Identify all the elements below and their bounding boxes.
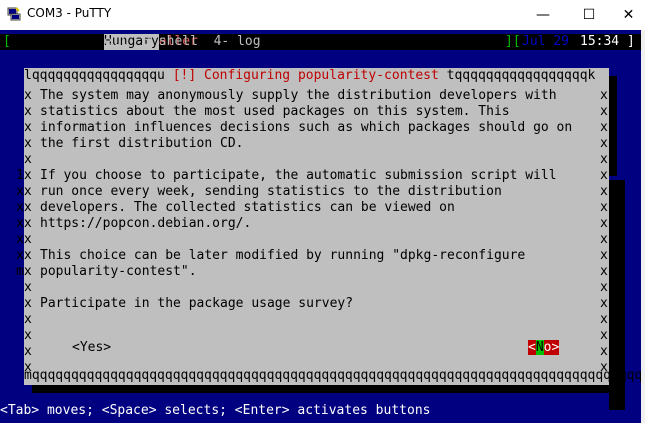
dialog-left-border-char: x: [24, 280, 32, 295]
dialog-title: [!] Configuring popularity-contest: [172, 68, 439, 83]
dialog-right-border-char: x: [600, 312, 608, 327]
statusbar-time: 15:34 ]: [580, 34, 635, 49]
yes-button[interactable]: <Yes>: [72, 340, 111, 356]
dialog-right-border-char: x: [600, 168, 608, 183]
popularity-contest-dialog: lqqqqqqqqqqqqqqqqu [!] Configuring popul…: [16, 68, 641, 385]
dialog-right-border-char: x: [600, 216, 608, 231]
dialog-left-border-char: x: [24, 344, 32, 359]
maximize-button[interactable]: ☐: [566, 0, 612, 30]
dialog-top-border: lqqqqqqqqqqqqqqqqu [!] Configuring popul…: [24, 68, 595, 84]
dialog-left-border-char: x: [24, 136, 32, 151]
dialog-right-border-char: x: [600, 200, 608, 215]
dialog-right-border-char: x: [600, 136, 608, 151]
dialog-right-border-char: x: [600, 120, 608, 135]
dialog-text-line: This choice can be later modified by run…: [40, 248, 526, 263]
minimize-icon: —: [536, 7, 550, 23]
dialog-left-border-char: mx: [16, 264, 32, 279]
terminal-screen[interactable]: [ (1*installerHungaryell 3 shell 4- log …: [0, 30, 641, 423]
tab-list-rest: ell 3 shell 4- log: [104, 34, 261, 49]
dialog-right-border-char: x: [600, 296, 608, 311]
no-button-left: <: [528, 340, 536, 355]
screen-statusbar: [ (1*installerHungaryell 3 shell 4- log …: [0, 34, 641, 50]
close-button[interactable]: ✕: [612, 0, 645, 30]
dialog-left-border-char: xx: [16, 216, 32, 231]
statusbar-left-bracket: [: [3, 34, 11, 49]
dialog-text-line: statistics about the most used packages …: [40, 104, 510, 119]
dialog-bottom-border: mqqqqqqqqqqqqqqqqqqqqqqqqqqqqqqqqqqqqqqq…: [24, 368, 641, 383]
dialog-left-border-char: x: [24, 88, 32, 103]
dialog-right-border-char: x: [600, 88, 608, 103]
dialog-right-border-char: x: [600, 184, 608, 199]
dialog-text-line: developers. The collected statistics can…: [40, 200, 455, 215]
dialog-text-line: https://popcon.debian.org/.: [40, 216, 252, 231]
window-titlebar[interactable]: COM3 - PuTTY — ☐ ✕: [0, 0, 645, 30]
dialog-text-line: the first distribution CD.: [40, 136, 244, 151]
window-right-edge: [641, 30, 645, 423]
dialog-text-line: run once every week, sending statistics …: [40, 184, 502, 199]
dialog-left-border-char: xx: [16, 232, 32, 247]
window-title: COM3 - PuTTY: [27, 6, 112, 20]
maximize-icon: ☐: [582, 7, 596, 23]
close-icon: ✕: [622, 7, 635, 23]
dialog-shadow-right-upper: [609, 76, 617, 176]
dialog-left-border-char: x: [24, 152, 32, 167]
dialog-left-border-char: x: [24, 328, 32, 343]
dialog-top-right-line: tqqqqqqqqqqqqqqqqqk: [446, 68, 596, 83]
dialog-right-border-char: x: [600, 232, 608, 247]
dialog-left-border-char: x: [24, 296, 32, 311]
putty-app-icon: [7, 7, 21, 21]
no-button-right: >: [551, 340, 560, 355]
dialog-right-border-char: x: [600, 152, 608, 167]
dialog-left-border-char: 1x: [16, 168, 32, 183]
dialog-shadow-bottom: [32, 385, 622, 393]
dialog-left-border-char: x: [24, 312, 32, 327]
no-button[interactable]: <No>: [528, 340, 560, 356]
dialog-text-line: The system may anonymously supply the di…: [40, 88, 557, 103]
dialog-text-line: popularity-contest".: [40, 264, 197, 279]
help-bar: <Tab> moves; <Space> selects; <Enter> ac…: [0, 403, 431, 418]
dialog-right-border-char: x: [600, 104, 608, 119]
dialog-text-line: Participate in the package usage survey?: [40, 296, 354, 311]
dialog-right-border-char: x: [600, 344, 608, 359]
dialog-left-border-char: xx: [16, 248, 32, 263]
dialog-left-border-char: xx: [16, 184, 32, 199]
dialog-left-border-char: x: [24, 104, 32, 119]
dialog-right-border-char: x: [600, 280, 608, 295]
minimize-button[interactable]: —: [520, 0, 566, 30]
dialog-top-left-line: lqqqqqqqqqqqqqqqqu: [24, 68, 165, 83]
dialog-left-border-char: xx: [16, 200, 32, 215]
dialog-right-border-char: x: [600, 264, 608, 279]
dialog-left-border-char: x: [24, 120, 32, 135]
dialog-text-line: If you choose to participate, the automa…: [40, 168, 557, 183]
statusbar-date: Jul 29: [522, 34, 569, 49]
dialog-text-line: information influences decisions such as…: [40, 120, 573, 135]
statusbar-right-bracket: ][: [505, 34, 521, 49]
dialog-right-border-char: x: [600, 328, 608, 343]
no-button-hotkey: N: [535, 340, 544, 355]
dialog-right-border-char: x: [600, 248, 608, 263]
